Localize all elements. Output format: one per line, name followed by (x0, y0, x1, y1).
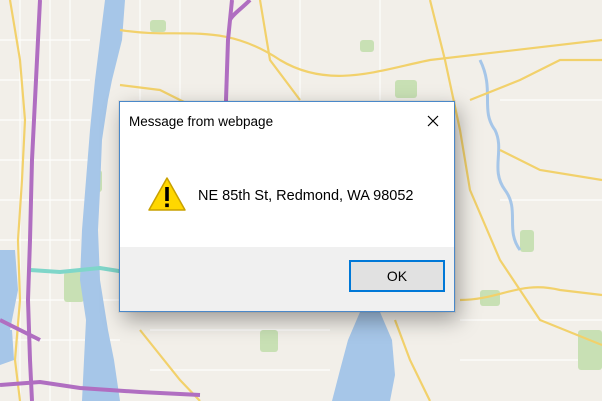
close-button[interactable] (418, 108, 448, 134)
dialog-title: Message from webpage (129, 114, 274, 129)
close-icon (427, 115, 439, 127)
dialog-footer: OK (120, 247, 454, 311)
ok-button[interactable]: OK (349, 260, 445, 292)
warning-icon (148, 177, 186, 211)
message-dialog: Message from webpage NE 85th St, Redmond… (119, 101, 455, 312)
dialog-message: NE 85th St, Redmond, WA 98052 (198, 188, 414, 204)
